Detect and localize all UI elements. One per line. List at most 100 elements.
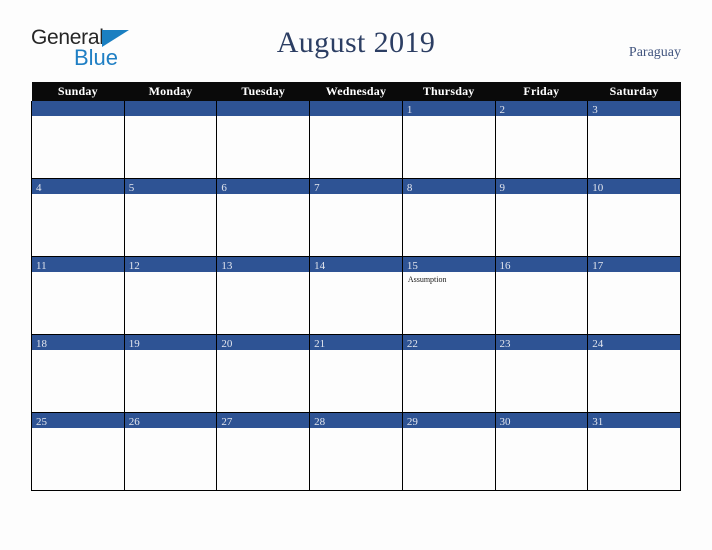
day-cell[interactable]: [123, 101, 218, 179]
day-cell[interactable]: 24: [587, 334, 681, 413]
weekday-header-row: Sunday Monday Tuesday Wednesday Thursday…: [31, 82, 681, 101]
day-cell[interactable]: 5: [123, 178, 218, 257]
day-number: 8: [406, 182, 413, 194]
day-number: 10: [592, 182, 604, 194]
day-cell[interactable]: 14: [309, 256, 403, 335]
week-row: 25 26 27 28 29 30 31: [31, 412, 681, 491]
day-event: [588, 194, 680, 197]
day-event: [403, 428, 495, 431]
day-event: [217, 350, 309, 353]
day-number: 11: [36, 260, 47, 272]
day-number: 9: [499, 182, 506, 194]
day-cell[interactable]: 15 Assumption: [401, 256, 496, 335]
day-number-bar: 11: [32, 257, 124, 272]
day-cell[interactable]: 3: [587, 101, 681, 179]
day-number: 24: [592, 338, 604, 350]
day-event: [403, 350, 495, 353]
day-event: [125, 350, 217, 353]
weekday-header-sunday: Sunday: [31, 82, 125, 101]
day-number-bar: 9: [495, 179, 588, 194]
calendar-body: 1 2 3 4 5 6 7 8 9 10 11 12 13 14 15 Assum…: [31, 101, 681, 491]
day-event: [310, 428, 402, 431]
day-cell[interactable]: 2: [494, 101, 589, 179]
day-number: 16: [499, 260, 511, 272]
week-row: 1 2 3: [31, 101, 681, 179]
day-event: [310, 116, 402, 119]
day-cell[interactable]: 7: [309, 178, 403, 257]
day-cell[interactable]: [31, 101, 125, 179]
day-event: [310, 194, 402, 197]
day-cell[interactable]: 18: [31, 334, 125, 413]
week-row: 11 12 13 14 15 Assumption 16 17: [31, 256, 681, 335]
day-number: 25: [36, 416, 47, 428]
day-number-bar: 28: [310, 413, 402, 428]
day-number-bar: 20: [217, 335, 310, 350]
day-cell[interactable]: 27: [216, 412, 311, 491]
day-number: 28: [314, 416, 326, 428]
day-cell[interactable]: 17: [587, 256, 681, 335]
day-event: [496, 350, 588, 353]
day-number-bar: 27: [217, 413, 310, 428]
weekday-header-saturday: Saturday: [587, 82, 681, 101]
day-cell[interactable]: 4: [31, 178, 125, 257]
day-cell[interactable]: 19: [123, 334, 218, 413]
weekday-header-tuesday: Tuesday: [216, 82, 310, 101]
day-event: [217, 194, 309, 197]
day-event: Assumption: [407, 275, 447, 284]
day-number: 3: [592, 104, 598, 116]
day-number-bar: 29: [402, 413, 495, 428]
day-event: [125, 272, 217, 275]
day-number: 12: [128, 260, 140, 272]
day-cell[interactable]: 31: [587, 412, 681, 491]
day-cell[interactable]: 8: [401, 178, 496, 257]
weekday-header-thursday: Thursday: [402, 82, 496, 101]
day-number-bar: 14: [310, 257, 402, 272]
day-event: [496, 194, 588, 197]
day-event: [125, 116, 217, 119]
day-cell[interactable]: [216, 101, 311, 179]
day-number: 17: [592, 260, 604, 272]
day-event: [125, 428, 217, 431]
day-cell[interactable]: 10: [587, 178, 681, 257]
day-cell[interactable]: 23: [494, 334, 589, 413]
day-cell[interactable]: 6: [216, 178, 311, 257]
day-cell[interactable]: 28: [309, 412, 403, 491]
day-cell[interactable]: 9: [494, 178, 589, 257]
day-number: 5: [128, 182, 135, 194]
day-event: [588, 116, 680, 119]
day-number-bar: 24: [588, 335, 680, 350]
day-event: [217, 116, 309, 119]
day-event: [32, 428, 124, 431]
day-number-bar: 22: [402, 335, 495, 350]
day-event: [32, 116, 124, 119]
day-cell[interactable]: 25: [31, 412, 125, 491]
day-cell[interactable]: [309, 101, 403, 179]
day-event: [496, 116, 588, 119]
week-row: 18 19 20 21 22 23 24: [31, 334, 681, 413]
day-cell[interactable]: 11: [31, 256, 125, 335]
day-cell[interactable]: 26: [123, 412, 218, 491]
day-number: 27: [221, 416, 233, 428]
day-number-bar: [217, 101, 310, 116]
day-cell[interactable]: 13: [216, 256, 311, 335]
day-number: 4: [36, 182, 42, 194]
day-cell[interactable]: 20: [216, 334, 311, 413]
day-number: 26: [128, 416, 140, 428]
day-number-bar: 12: [124, 257, 217, 272]
day-number: 23: [499, 338, 511, 350]
day-number-bar: 31: [588, 413, 680, 428]
day-number: 6: [221, 182, 227, 194]
day-cell[interactable]: 1: [401, 101, 496, 179]
day-number: 30: [499, 416, 511, 428]
day-cell[interactable]: 12: [123, 256, 218, 335]
day-cell[interactable]: 29: [401, 412, 496, 491]
day-cell[interactable]: 21: [309, 334, 403, 413]
day-number-bar: [310, 101, 402, 116]
day-cell[interactable]: 16: [494, 256, 589, 335]
day-number-bar: 15: [402, 257, 495, 272]
day-cell[interactable]: 22: [401, 334, 496, 413]
day-cell[interactable]: 30: [494, 412, 589, 491]
day-number-bar: 6: [217, 179, 310, 194]
day-number: 15: [406, 260, 418, 272]
day-number-bar: 8: [402, 179, 495, 194]
